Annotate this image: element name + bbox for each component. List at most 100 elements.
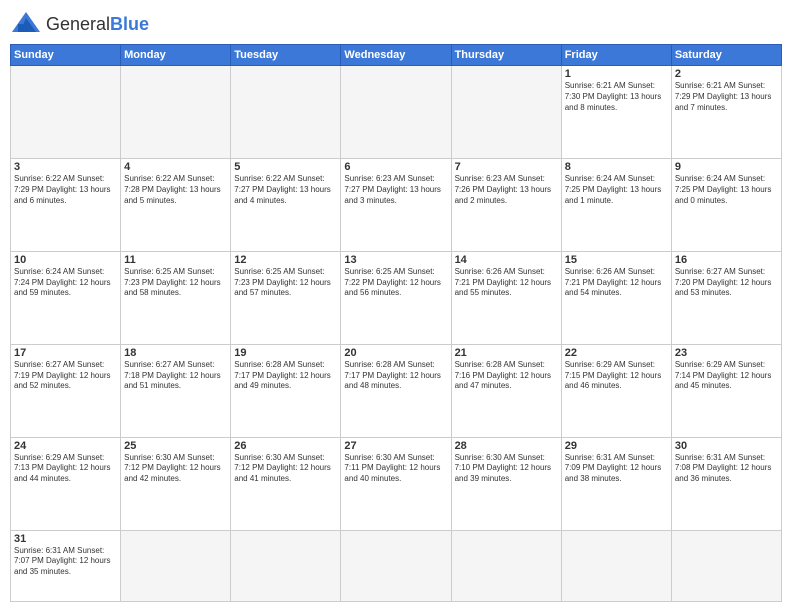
calendar-cell: 10Sunrise: 6:24 AM Sunset: 7:24 PM Dayli…: [11, 251, 121, 344]
day-info: Sunrise: 6:31 AM Sunset: 7:09 PM Dayligh…: [565, 453, 668, 485]
day-info: Sunrise: 6:31 AM Sunset: 7:08 PM Dayligh…: [675, 453, 778, 485]
calendar-cell: 21Sunrise: 6:28 AM Sunset: 7:16 PM Dayli…: [451, 344, 561, 437]
day-info: Sunrise: 6:29 AM Sunset: 7:13 PM Dayligh…: [14, 453, 117, 485]
day-info: Sunrise: 6:25 AM Sunset: 7:22 PM Dayligh…: [344, 267, 447, 299]
weekday-header-wednesday: Wednesday: [341, 45, 451, 66]
day-info: Sunrise: 6:25 AM Sunset: 7:23 PM Dayligh…: [234, 267, 337, 299]
day-number: 17: [14, 347, 117, 359]
calendar-cell: [231, 66, 341, 159]
logo-text: GeneralBlue: [46, 14, 149, 35]
day-info: Sunrise: 6:30 AM Sunset: 7:11 PM Dayligh…: [344, 453, 447, 485]
calendar-cell: 5Sunrise: 6:22 AM Sunset: 7:27 PM Daylig…: [231, 158, 341, 251]
day-number: 14: [455, 254, 558, 266]
calendar-cell: 30Sunrise: 6:31 AM Sunset: 7:08 PM Dayli…: [671, 437, 781, 530]
calendar-cell: 23Sunrise: 6:29 AM Sunset: 7:14 PM Dayli…: [671, 344, 781, 437]
day-info: Sunrise: 6:27 AM Sunset: 7:18 PM Dayligh…: [124, 360, 227, 392]
calendar-cell: 14Sunrise: 6:26 AM Sunset: 7:21 PM Dayli…: [451, 251, 561, 344]
day-info: Sunrise: 6:21 AM Sunset: 7:29 PM Dayligh…: [675, 81, 778, 113]
day-info: Sunrise: 6:28 AM Sunset: 7:16 PM Dayligh…: [455, 360, 558, 392]
day-info: Sunrise: 6:23 AM Sunset: 7:27 PM Dayligh…: [344, 174, 447, 206]
day-number: 3: [14, 161, 117, 173]
calendar-cell: [671, 530, 781, 601]
logo-icon: [10, 10, 42, 38]
calendar-cell: [231, 530, 341, 601]
day-info: Sunrise: 6:30 AM Sunset: 7:10 PM Dayligh…: [455, 453, 558, 485]
day-number: 2: [675, 68, 778, 80]
day-info: Sunrise: 6:29 AM Sunset: 7:14 PM Dayligh…: [675, 360, 778, 392]
calendar-cell: 27Sunrise: 6:30 AM Sunset: 7:11 PM Dayli…: [341, 437, 451, 530]
weekday-header-row: SundayMondayTuesdayWednesdayThursdayFrid…: [11, 45, 782, 66]
day-number: 15: [565, 254, 668, 266]
day-info: Sunrise: 6:30 AM Sunset: 7:12 PM Dayligh…: [124, 453, 227, 485]
calendar-cell: 13Sunrise: 6:25 AM Sunset: 7:22 PM Dayli…: [341, 251, 451, 344]
day-number: 26: [234, 440, 337, 452]
header: GeneralBlue: [10, 10, 782, 38]
week-row-4: 17Sunrise: 6:27 AM Sunset: 7:19 PM Dayli…: [11, 344, 782, 437]
day-info: Sunrise: 6:21 AM Sunset: 7:30 PM Dayligh…: [565, 81, 668, 113]
weekday-header-monday: Monday: [121, 45, 231, 66]
day-info: Sunrise: 6:24 AM Sunset: 7:25 PM Dayligh…: [675, 174, 778, 206]
day-number: 12: [234, 254, 337, 266]
day-number: 11: [124, 254, 227, 266]
weekday-header-friday: Friday: [561, 45, 671, 66]
calendar-cell: 9Sunrise: 6:24 AM Sunset: 7:25 PM Daylig…: [671, 158, 781, 251]
calendar-cell: 28Sunrise: 6:30 AM Sunset: 7:10 PM Dayli…: [451, 437, 561, 530]
calendar: SundayMondayTuesdayWednesdayThursdayFrid…: [10, 44, 782, 602]
calendar-cell: 17Sunrise: 6:27 AM Sunset: 7:19 PM Dayli…: [11, 344, 121, 437]
day-number: 10: [14, 254, 117, 266]
day-number: 20: [344, 347, 447, 359]
day-info: Sunrise: 6:24 AM Sunset: 7:25 PM Dayligh…: [565, 174, 668, 206]
calendar-cell: 12Sunrise: 6:25 AM Sunset: 7:23 PM Dayli…: [231, 251, 341, 344]
calendar-cell: 29Sunrise: 6:31 AM Sunset: 7:09 PM Dayli…: [561, 437, 671, 530]
day-info: Sunrise: 6:28 AM Sunset: 7:17 PM Dayligh…: [234, 360, 337, 392]
day-number: 25: [124, 440, 227, 452]
day-number: 23: [675, 347, 778, 359]
calendar-cell: 1Sunrise: 6:21 AM Sunset: 7:30 PM Daylig…: [561, 66, 671, 159]
day-number: 30: [675, 440, 778, 452]
day-number: 28: [455, 440, 558, 452]
day-number: 5: [234, 161, 337, 173]
calendar-cell: 2Sunrise: 6:21 AM Sunset: 7:29 PM Daylig…: [671, 66, 781, 159]
day-info: Sunrise: 6:28 AM Sunset: 7:17 PM Dayligh…: [344, 360, 447, 392]
calendar-cell: 22Sunrise: 6:29 AM Sunset: 7:15 PM Dayli…: [561, 344, 671, 437]
day-number: 13: [344, 254, 447, 266]
day-info: Sunrise: 6:22 AM Sunset: 7:29 PM Dayligh…: [14, 174, 117, 206]
calendar-cell: 26Sunrise: 6:30 AM Sunset: 7:12 PM Dayli…: [231, 437, 341, 530]
week-row-6: 31Sunrise: 6:31 AM Sunset: 7:07 PM Dayli…: [11, 530, 782, 601]
calendar-cell: 24Sunrise: 6:29 AM Sunset: 7:13 PM Dayli…: [11, 437, 121, 530]
day-number: 22: [565, 347, 668, 359]
week-row-2: 3Sunrise: 6:22 AM Sunset: 7:29 PM Daylig…: [11, 158, 782, 251]
day-info: Sunrise: 6:25 AM Sunset: 7:23 PM Dayligh…: [124, 267, 227, 299]
calendar-cell: [561, 530, 671, 601]
day-info: Sunrise: 6:29 AM Sunset: 7:15 PM Dayligh…: [565, 360, 668, 392]
weekday-header-saturday: Saturday: [671, 45, 781, 66]
weekday-header-thursday: Thursday: [451, 45, 561, 66]
week-row-3: 10Sunrise: 6:24 AM Sunset: 7:24 PM Dayli…: [11, 251, 782, 344]
page: GeneralBlue SundayMondayTuesdayWednesday…: [0, 0, 792, 612]
day-number: 8: [565, 161, 668, 173]
day-info: Sunrise: 6:27 AM Sunset: 7:20 PM Dayligh…: [675, 267, 778, 299]
calendar-cell: [121, 66, 231, 159]
day-info: Sunrise: 6:31 AM Sunset: 7:07 PM Dayligh…: [14, 546, 117, 578]
day-number: 18: [124, 347, 227, 359]
calendar-cell: 11Sunrise: 6:25 AM Sunset: 7:23 PM Dayli…: [121, 251, 231, 344]
weekday-header-tuesday: Tuesday: [231, 45, 341, 66]
day-info: Sunrise: 6:26 AM Sunset: 7:21 PM Dayligh…: [565, 267, 668, 299]
day-info: Sunrise: 6:23 AM Sunset: 7:26 PM Dayligh…: [455, 174, 558, 206]
day-info: Sunrise: 6:26 AM Sunset: 7:21 PM Dayligh…: [455, 267, 558, 299]
calendar-cell: 18Sunrise: 6:27 AM Sunset: 7:18 PM Dayli…: [121, 344, 231, 437]
calendar-cell: 19Sunrise: 6:28 AM Sunset: 7:17 PM Dayli…: [231, 344, 341, 437]
calendar-cell: 25Sunrise: 6:30 AM Sunset: 7:12 PM Dayli…: [121, 437, 231, 530]
calendar-cell: 4Sunrise: 6:22 AM Sunset: 7:28 PM Daylig…: [121, 158, 231, 251]
calendar-cell: 6Sunrise: 6:23 AM Sunset: 7:27 PM Daylig…: [341, 158, 451, 251]
calendar-cell: 8Sunrise: 6:24 AM Sunset: 7:25 PM Daylig…: [561, 158, 671, 251]
day-number: 1: [565, 68, 668, 80]
day-number: 31: [14, 533, 117, 545]
calendar-cell: 15Sunrise: 6:26 AM Sunset: 7:21 PM Dayli…: [561, 251, 671, 344]
day-number: 27: [344, 440, 447, 452]
calendar-cell: 31Sunrise: 6:31 AM Sunset: 7:07 PM Dayli…: [11, 530, 121, 601]
day-number: 21: [455, 347, 558, 359]
calendar-cell: 16Sunrise: 6:27 AM Sunset: 7:20 PM Dayli…: [671, 251, 781, 344]
calendar-cell: [451, 66, 561, 159]
calendar-cell: [341, 66, 451, 159]
